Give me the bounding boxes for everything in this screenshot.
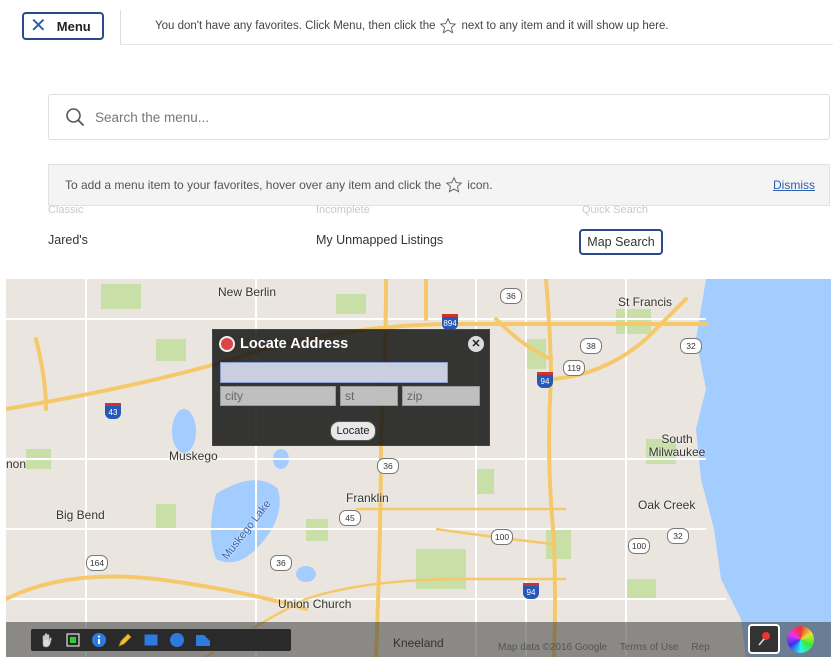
pushpin-icon	[219, 336, 235, 352]
column-header-incomplete: Incomplete	[316, 204, 370, 216]
interstate-shield: 43	[105, 403, 121, 419]
hand-tool-button[interactable]	[37, 631, 57, 649]
route-shield: 36	[270, 555, 292, 571]
map-attribution: Map data ©2016 Google Terms of Use Rep	[498, 642, 710, 653]
menu-button[interactable]: ✕ Menu	[22, 12, 104, 40]
star-icon	[445, 176, 463, 193]
locate-button[interactable]: Locate	[330, 421, 376, 441]
zoom-extent-icon	[66, 633, 80, 647]
column-header-classic: Classic	[48, 204, 84, 216]
menu-button-label: Menu	[56, 18, 91, 34]
map-label: non	[6, 457, 27, 471]
interstate-shield: 94	[523, 583, 539, 599]
close-icon: ✕	[30, 15, 47, 37]
star-icon	[440, 17, 457, 34]
zoom-extent-button[interactable]	[63, 631, 83, 649]
locate-address-dialog: Locate Address ✕ Locate	[212, 329, 490, 446]
state-input[interactable]	[340, 386, 398, 406]
map-label: Oak Creek	[638, 498, 696, 512]
color-wheel-button[interactable]	[787, 626, 814, 653]
map-label: Kneeland	[393, 636, 444, 650]
draw-circle-button[interactable]	[167, 631, 187, 649]
info-icon	[92, 633, 106, 647]
map-label: South Milwaukee	[648, 432, 706, 459]
draw-polygon-button[interactable]	[193, 631, 213, 649]
route-shield: 45	[339, 510, 361, 526]
draw-line-button[interactable]	[115, 631, 135, 649]
hand-icon	[42, 633, 52, 648]
pushpin-button[interactable]	[748, 624, 780, 654]
route-shield: 36	[500, 288, 522, 304]
map-label: Muskego	[169, 449, 218, 463]
route-shield: 100	[628, 538, 650, 554]
search-icon	[66, 108, 85, 127]
zip-input[interactable]	[402, 386, 480, 406]
dialog-title: Locate Address	[240, 336, 349, 352]
divider	[120, 44, 833, 45]
draw-rectangle-button[interactable]	[141, 631, 161, 649]
interstate-shield: 94	[537, 372, 553, 388]
route-shield: 119	[563, 360, 585, 376]
pencil-icon	[118, 633, 132, 647]
map-toolbar	[30, 628, 292, 652]
city-input[interactable]	[220, 386, 336, 406]
map-label: St Francis	[618, 295, 673, 309]
dismiss-link[interactable]: Dismiss	[773, 178, 815, 192]
map-label: New Berlin	[218, 285, 277, 299]
terms-link[interactable]: Terms of Use	[620, 642, 679, 653]
map-label: Union Church	[278, 597, 352, 611]
search-box[interactable]	[48, 94, 830, 140]
route-shield: 32	[680, 338, 702, 354]
map-label: Big Bend	[56, 508, 105, 522]
menu-item-jareds[interactable]: Jared's	[48, 233, 88, 247]
menu-item-my-unmapped-listings[interactable]: My Unmapped Listings	[316, 233, 443, 247]
route-shield: 36	[377, 458, 399, 474]
divider	[120, 10, 121, 44]
favorites-tip-bar: To add a menu item to your favorites, ho…	[48, 164, 830, 206]
column-header-quick-search: Quick Search	[582, 204, 649, 216]
street-input[interactable]	[220, 362, 448, 383]
close-icon[interactable]: ✕	[468, 336, 484, 352]
info-button[interactable]	[89, 631, 109, 649]
pushpin-icon	[758, 632, 770, 646]
menu-item-map-search[interactable]: Map Search	[579, 229, 663, 255]
favorites-message: You don't have any favorites. Click Menu…	[155, 17, 669, 35]
search-input[interactable]	[93, 108, 757, 126]
rectangle-icon	[144, 634, 158, 646]
circle-icon	[170, 633, 184, 647]
interstate-shield: 894	[442, 314, 458, 330]
map-label: Franklin	[346, 491, 389, 505]
route-shield: 164	[86, 555, 108, 571]
route-shield: 32	[667, 528, 689, 544]
route-shield: 38	[580, 338, 602, 354]
route-shield: 100	[491, 529, 513, 545]
polygon-icon	[196, 635, 210, 646]
